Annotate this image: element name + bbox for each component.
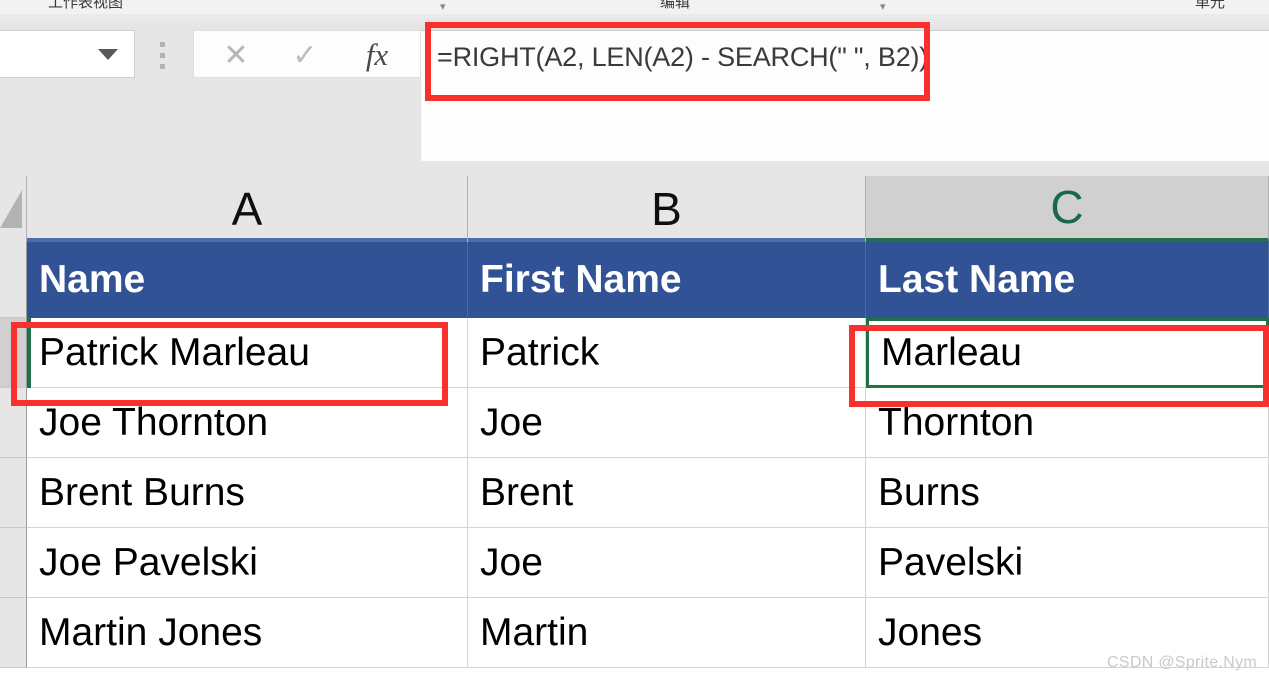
worksheet-grid: Name First Name Last Name Patrick Marlea… xyxy=(0,242,1269,682)
confirm-formula-button[interactable]: ✓ xyxy=(270,31,340,79)
row-header-1[interactable] xyxy=(0,242,27,318)
cell-b1[interactable]: First Name xyxy=(468,242,866,318)
cell-c4[interactable]: Burns xyxy=(866,458,1269,528)
cell-a2[interactable]: Patrick Marleau xyxy=(27,318,468,388)
cell-a5[interactable]: Joe Pavelski xyxy=(27,528,468,598)
formula-bar-divider xyxy=(0,161,1269,177)
cell-b4[interactable]: Brent xyxy=(468,458,866,528)
cell-a3[interactable]: Joe Thornton xyxy=(27,388,468,458)
ribbon-tab-edit[interactable]: 编辑 xyxy=(660,0,690,12)
name-box[interactable] xyxy=(0,30,135,78)
insert-function-icon[interactable]: fx xyxy=(340,31,414,79)
select-all-corner-icon[interactable] xyxy=(0,176,27,242)
cell-b6[interactable]: Martin xyxy=(468,598,866,668)
formula-action-buttons: ✕ ✓ fx xyxy=(193,30,421,78)
cell-c1[interactable]: Last Name xyxy=(866,242,1269,318)
column-header-c[interactable]: C xyxy=(866,176,1269,242)
chevron-down-icon[interactable] xyxy=(98,49,118,60)
ribbon-tab-cell[interactable]: 单元 xyxy=(1195,0,1225,12)
active-row-marker xyxy=(27,318,31,388)
chevron-down-icon-2[interactable]: ▾ xyxy=(880,0,886,13)
watermark: CSDN @Sprite.Nym xyxy=(1107,654,1257,671)
ribbon-strip: 工作表视图 ▾ 编辑 ▾ 单元 xyxy=(0,0,1269,14)
cell-c3[interactable]: Thornton xyxy=(866,388,1269,458)
cell-a1[interactable]: Name xyxy=(27,242,468,318)
column-header-b[interactable]: B xyxy=(468,176,866,242)
vertical-dots-icon[interactable] xyxy=(160,42,166,69)
cell-c5[interactable]: Pavelski xyxy=(866,528,1269,598)
row-header-6[interactable] xyxy=(0,598,27,668)
formula-input[interactable]: =RIGHT(A2, LEN(A2) - SEARCH(" ", B2)) xyxy=(420,30,1269,161)
cell-c2[interactable]: Marleau xyxy=(866,318,1269,388)
excel-window: 工作表视图 ▾ 编辑 ▾ 单元 ✕ ✓ fx =RIGHT(A2, LEN(A2… xyxy=(0,0,1269,682)
chevron-down-icon[interactable]: ▾ xyxy=(440,0,446,13)
column-header-a[interactable]: A xyxy=(27,176,468,242)
cell-b5[interactable]: Joe xyxy=(468,528,866,598)
cell-b2[interactable]: Patrick xyxy=(468,318,866,388)
cell-b3[interactable]: Joe xyxy=(468,388,866,458)
row-header-3[interactable] xyxy=(0,388,27,458)
row-header-4[interactable] xyxy=(0,458,27,528)
cancel-formula-button[interactable]: ✕ xyxy=(202,31,270,79)
formula-text: =RIGHT(A2, LEN(A2) - SEARCH(" ", B2)) xyxy=(437,42,929,72)
row-header-2[interactable] xyxy=(0,318,27,388)
cell-a4[interactable]: Brent Burns xyxy=(27,458,468,528)
ribbon-tab-sheet-view[interactable]: 工作表视图 xyxy=(48,0,123,12)
cell-a6[interactable]: Martin Jones xyxy=(27,598,468,668)
row-header-5[interactable] xyxy=(0,528,27,598)
